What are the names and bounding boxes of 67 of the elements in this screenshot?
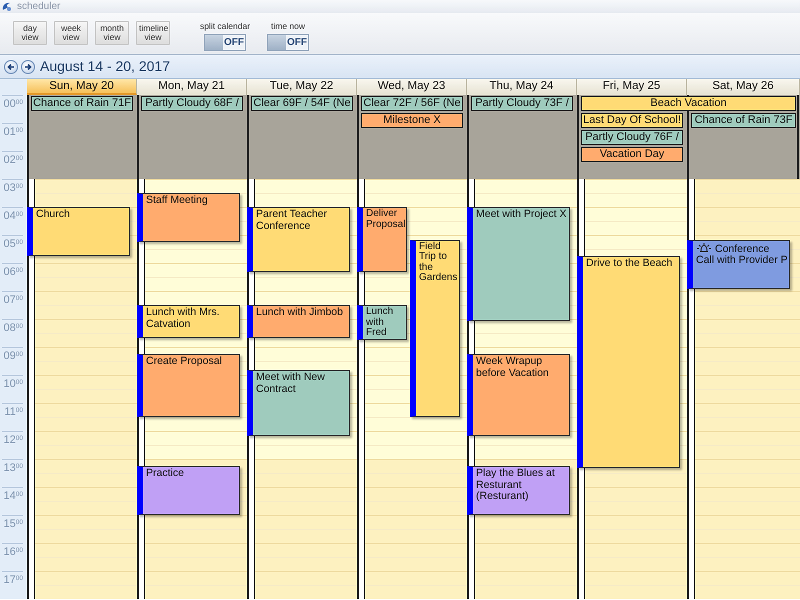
calendar-event[interactable]: Church — [27, 207, 130, 256]
day-header[interactable]: Tue, May 22 — [247, 79, 357, 95]
toggle-label: split calendar — [200, 21, 250, 31]
hour-label: 17$^{00}$ — [4, 573, 23, 586]
hour-label: 01$^{00}$ — [4, 125, 23, 138]
calendar-event[interactable]: Practice — [137, 466, 240, 515]
calendar-event[interactable]: Meet with New Contract — [247, 370, 350, 436]
all-day-event[interactable]: Beach Vacation — [581, 96, 796, 111]
calendar-event[interactable]: Conference Call with Provider P — [687, 240, 790, 289]
day-header[interactable]: Sun, May 20 — [27, 79, 137, 95]
calendar-event[interactable]: Lunch with Mrs. Catvation — [137, 305, 240, 338]
all-day-event[interactable]: Chance of Rain 71F — [31, 96, 133, 111]
toggle-switch[interactable]: OFF — [204, 34, 246, 51]
calendar-event[interactable]: Play the Blues at Resturant (Resturant) — [467, 466, 570, 515]
app-logo-icon — [1, 1, 12, 12]
day-header[interactable]: Fri, May 25 — [577, 79, 687, 95]
all-day-event[interactable]: Partly Cloudy 68F / — [141, 96, 243, 111]
view-button[interactable]: week view — [54, 21, 88, 45]
calendar-event[interactable]: Field Trip to the Gardens — [410, 240, 460, 417]
all-day-event[interactable]: Vacation Day — [581, 147, 683, 162]
hour-label: 08$^{00}$ — [4, 321, 23, 334]
all-day-event[interactable]: Clear 69F / 54F (Ne — [251, 96, 353, 111]
all-day-event[interactable]: Partly Cloudy 76F / — [581, 130, 683, 145]
calendar-event[interactable]: Lunch with Jimbob — [247, 305, 350, 338]
toggle-label: time now — [270, 21, 305, 31]
day-header[interactable]: Thu, May 24 — [467, 79, 577, 95]
all-day-event[interactable]: Chance of Rain 73F — [691, 113, 796, 128]
left-arrow-icon — [7, 62, 15, 70]
hour-label: 06$^{00}$ — [4, 265, 23, 278]
hour-label: 02$^{00}$ — [4, 153, 23, 166]
view-button[interactable]: month view — [95, 21, 129, 45]
date-range: August 14 - 20, 2017 — [40, 57, 170, 76]
calendar-event[interactable]: Week Wrapup before Vacation — [467, 354, 570, 436]
hour-label: 04$^{00}$ — [4, 209, 23, 222]
calendar-event[interactable]: Staff Meeting — [137, 193, 240, 242]
hour-label: 13$^{00}$ — [4, 461, 23, 474]
hour-label: 07$^{00}$ — [4, 293, 23, 306]
window-title: scheduler — [17, 0, 60, 12]
hour-label: 11$^{00}$ — [4, 405, 23, 418]
day-header[interactable]: Sat, May 26 — [687, 79, 800, 95]
calendar-event[interactable]: Parent Teacher Conference — [247, 207, 350, 272]
right-arrow-icon — [24, 62, 32, 70]
calendar-event[interactable]: Drive to the Beach — [577, 256, 680, 468]
view-button[interactable]: day view — [13, 21, 47, 45]
day-header[interactable]: Mon, May 21 — [137, 79, 247, 95]
previous-button[interactable] — [4, 60, 18, 74]
view-button[interactable]: timeline view — [136, 21, 170, 45]
calendar-event[interactable]: Lunch with Fred — [357, 305, 407, 340]
hour-label: 16$^{00}$ — [4, 545, 23, 558]
hour-label: 15$^{00}$ — [4, 517, 23, 530]
calendar-event[interactable]: Deliver Proposal — [357, 207, 407, 272]
hour-label: 05$^{00}$ — [4, 237, 23, 250]
hour-label: 10$^{00}$ — [4, 377, 23, 390]
all-day-event[interactable]: Clear 72F / 56F (Ne — [361, 96, 463, 111]
calendar-event[interactable]: Create Proposal — [137, 354, 240, 417]
toggle-switch[interactable]: OFF — [267, 34, 309, 51]
all-day-event[interactable]: Last Day Of School! — [581, 113, 683, 128]
hour-label: 00$^{00}$ — [4, 97, 23, 110]
hour-label: 03$^{00}$ — [4, 181, 23, 194]
next-button[interactable] — [21, 60, 35, 74]
day-header[interactable]: Wed, May 23 — [357, 79, 467, 95]
hour-label: 14$^{00}$ — [4, 489, 23, 502]
hour-label: 12$^{00}$ — [4, 433, 23, 446]
hour-label: 09$^{00}$ — [4, 349, 23, 362]
calendar-event[interactable]: Meet with Project X — [467, 207, 570, 322]
all-day-event[interactable]: Milestone X — [361, 113, 463, 128]
all-day-event[interactable]: Partly Cloudy 73F / — [471, 96, 573, 111]
